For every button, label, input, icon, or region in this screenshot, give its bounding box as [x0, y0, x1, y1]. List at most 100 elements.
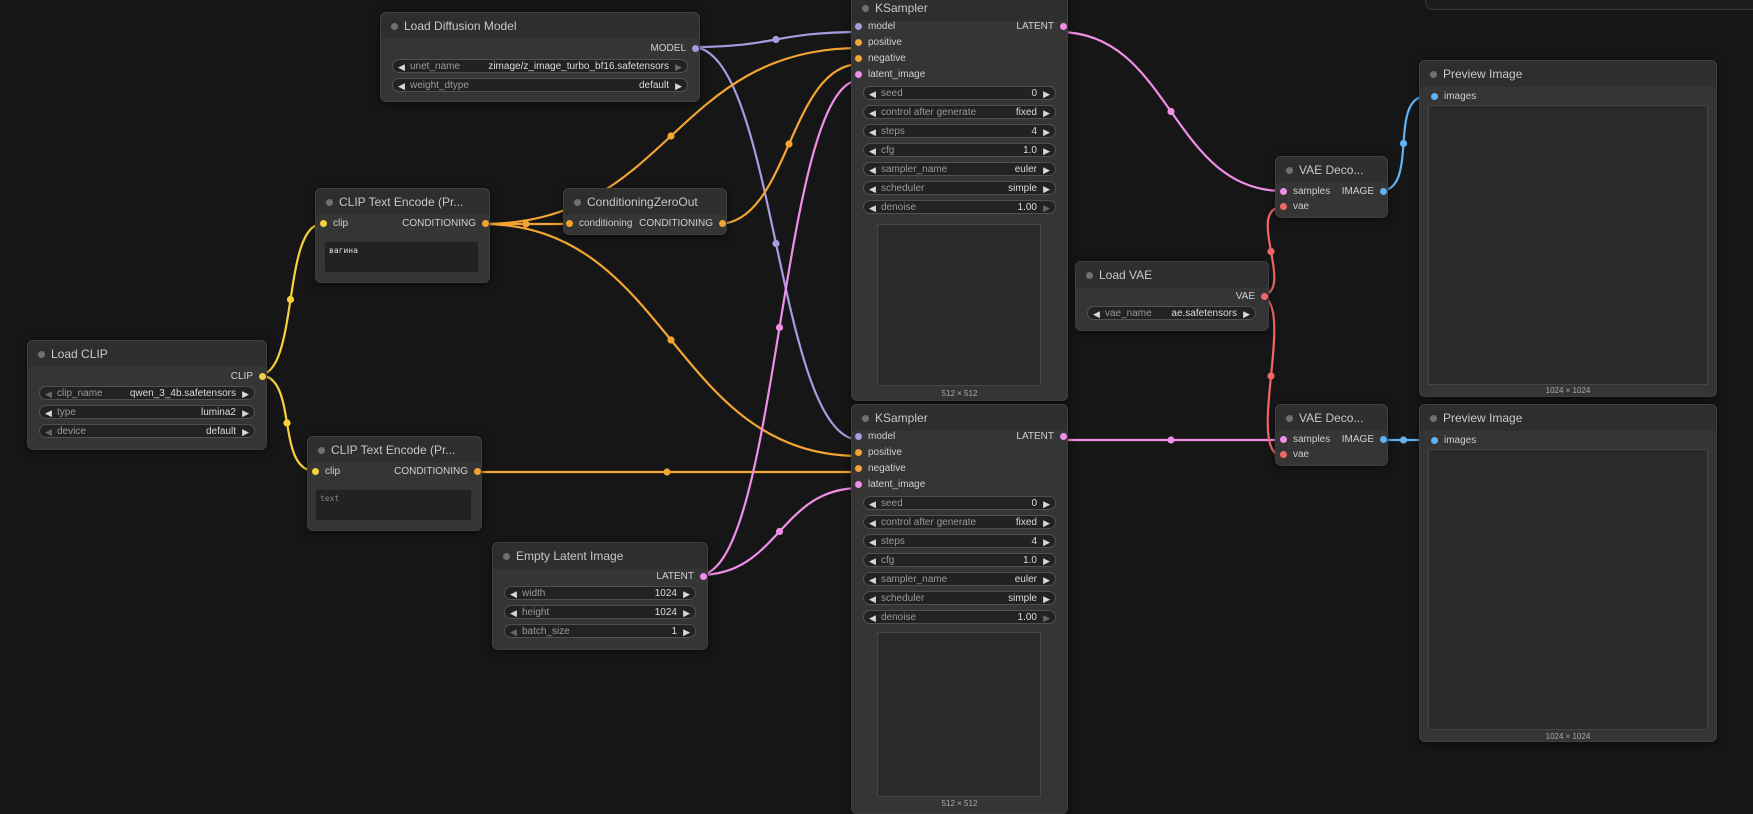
arrow-left-icon[interactable]: ◀ [398, 79, 405, 93]
node-title[interactable]: Preview Image [1420, 405, 1716, 431]
collapse-dot-icon[interactable] [318, 447, 325, 454]
arrow-left-icon[interactable]: ◀ [510, 625, 517, 639]
node-title[interactable]: KSampler [852, 0, 1067, 21]
input-negative[interactable]: negative [855, 462, 906, 476]
link-midpoint-dot[interactable] [785, 140, 793, 148]
output-slot-dot[interactable] [474, 468, 481, 475]
input-negative[interactable]: negative [855, 52, 906, 66]
input-slot-dot[interactable] [855, 71, 862, 78]
latent-link-2[interactable] [698, 486, 861, 577]
clip-text-encode-node-2[interactable]: CLIP Text Encode (Pr... clip CONDITIONIN… [307, 436, 482, 531]
model-link-2[interactable] [691, 45, 861, 442]
link-midpoint-dot[interactable] [667, 132, 675, 140]
input-latent-image[interactable]: latent_image [855, 68, 925, 82]
width-number[interactable]: ◀ width 1024 ▶ [504, 586, 696, 600]
input-slot-dot[interactable] [855, 39, 862, 46]
input-slot-dot[interactable] [1280, 188, 1287, 195]
input-slot-dot[interactable] [855, 481, 862, 488]
link-midpoint-dot[interactable] [1167, 436, 1175, 444]
output-slot-dot[interactable] [482, 220, 489, 227]
arrow-left-icon[interactable]: ◀ [869, 554, 876, 568]
conditioning-link-4[interactable] [717, 62, 861, 226]
scheduler-combo[interactable]: ◀ scheduler simple ▶ [863, 591, 1056, 605]
arrow-left-icon[interactable]: ◀ [398, 60, 405, 74]
load-diffusion-model-node[interactable]: Load Diffusion Model MODEL ◀ unet_name zim… [380, 12, 700, 102]
arrow-right-icon[interactable]: ▶ [1043, 516, 1050, 530]
input-slot-dot[interactable] [855, 55, 862, 62]
link-midpoint-dot[interactable] [772, 35, 780, 44]
input-slot-dot[interactable] [855, 433, 862, 440]
input-positive[interactable]: positive [855, 36, 902, 50]
vae-decode-node-2[interactable]: VAE Deco... samples IMAGE vae [1275, 404, 1388, 466]
input-samples[interactable]: samples [1280, 433, 1330, 447]
node-title[interactable]: VAE Deco... [1276, 157, 1387, 183]
arrow-left-icon[interactable]: ◀ [510, 587, 517, 601]
output-slot-dot[interactable] [259, 373, 266, 380]
arrow-left-icon[interactable]: ◀ [869, 497, 876, 511]
arrow-right-icon[interactable]: ▶ [1043, 144, 1050, 158]
input-model[interactable]: model [855, 430, 895, 444]
denoise-number[interactable]: ◀ denoise 1.00 ▶ [863, 610, 1056, 624]
node-title[interactable]: Load Diffusion Model [381, 13, 699, 39]
input-clip[interactable]: clip [312, 465, 340, 479]
collapse-dot-icon[interactable] [503, 553, 510, 560]
node-title[interactable]: ConditioningZeroOut [564, 189, 726, 215]
arrow-left-icon[interactable]: ◀ [869, 516, 876, 530]
arrow-right-icon[interactable]: ▶ [1043, 106, 1050, 120]
latent-link-1[interactable] [698, 78, 861, 577]
input-vae[interactable]: vae [1280, 448, 1309, 462]
collapse-dot-icon[interactable] [1430, 71, 1437, 78]
input-images[interactable]: images [1431, 434, 1476, 448]
output-image[interactable]: IMAGE [1342, 433, 1387, 447]
arrow-right-icon[interactable]: ▶ [242, 425, 249, 439]
arrow-right-icon[interactable]: ▶ [1043, 573, 1050, 587]
output-slot-dot[interactable] [700, 573, 707, 580]
input-slot-dot[interactable] [1431, 93, 1438, 100]
input-model[interactable]: model [855, 20, 895, 34]
input-clip[interactable]: clip [320, 217, 348, 231]
weight-dtype-combo[interactable]: ◀ weight_dtype default ▶ [392, 78, 688, 92]
height-number[interactable]: ◀ height 1024 ▶ [504, 605, 696, 619]
output-vae[interactable]: VAE [1236, 290, 1268, 304]
output-latent[interactable]: LATENT [656, 570, 707, 584]
batch-size-number[interactable]: ◀ batch_size 1 ▶ [504, 624, 696, 638]
steps-number[interactable]: ◀ steps 4 ▶ [863, 534, 1056, 548]
collapse-dot-icon[interactable] [862, 5, 869, 12]
node-title[interactable]: Empty Latent Image [493, 543, 707, 569]
output-slot-dot[interactable] [1380, 436, 1387, 443]
arrow-left-icon[interactable]: ◀ [45, 406, 52, 420]
arrow-left-icon[interactable]: ◀ [1093, 307, 1100, 321]
arrow-right-icon[interactable]: ▶ [1043, 125, 1050, 139]
node-title[interactable]: CLIP Text Encode (Pr... [316, 189, 489, 215]
model-link-1[interactable] [691, 30, 861, 49]
arrow-right-icon[interactable]: ▶ [1043, 497, 1050, 511]
output-slot-dot[interactable] [1060, 433, 1067, 440]
control-after-generate-combo[interactable]: ◀ control after generate fixed ▶ [863, 515, 1056, 529]
arrow-left-icon[interactable]: ◀ [869, 106, 876, 120]
link-midpoint-dot[interactable] [772, 239, 780, 248]
ksampler-node-2[interactable]: KSampler model LATENT positive negative … [851, 404, 1068, 814]
arrow-left-icon[interactable]: ◀ [869, 535, 876, 549]
input-slot-dot[interactable] [1280, 436, 1287, 443]
seed-number[interactable]: ◀ seed 0 ▶ [863, 86, 1056, 100]
input-conditioning[interactable]: conditioning [566, 217, 632, 231]
arrow-left-icon[interactable]: ◀ [869, 144, 876, 158]
output-conditioning[interactable]: CONDITIONING [639, 217, 726, 231]
arrow-left-icon[interactable]: ◀ [869, 125, 876, 139]
output-latent[interactable]: LATENT [1016, 430, 1067, 444]
conditioning-zero-out-node[interactable]: ConditioningZeroOut conditioning CONDITI… [563, 188, 727, 235]
link-midpoint-dot[interactable] [522, 220, 530, 228]
node-title[interactable]: Load CLIP [28, 341, 266, 367]
output-conditioning[interactable]: CONDITIONING [402, 217, 489, 231]
output-image[interactable]: IMAGE [1342, 185, 1387, 199]
cfg-number[interactable]: ◀ cfg 1.0 ▶ [863, 553, 1056, 567]
input-slot-dot[interactable] [855, 449, 862, 456]
vae-decode-node-1[interactable]: VAE Deco... samples IMAGE vae [1275, 156, 1388, 218]
node-title[interactable]: Preview Image [1420, 61, 1716, 87]
vae-name-combo[interactable]: ◀ vae_name ae.safetensors ▶ [1087, 306, 1256, 320]
input-slot-dot[interactable] [312, 468, 319, 475]
output-slot-dot[interactable] [1060, 23, 1067, 30]
link-midpoint-dot[interactable] [1399, 139, 1408, 148]
output-slot-dot[interactable] [1261, 293, 1268, 300]
arrow-right-icon[interactable]: ▶ [1043, 201, 1050, 215]
